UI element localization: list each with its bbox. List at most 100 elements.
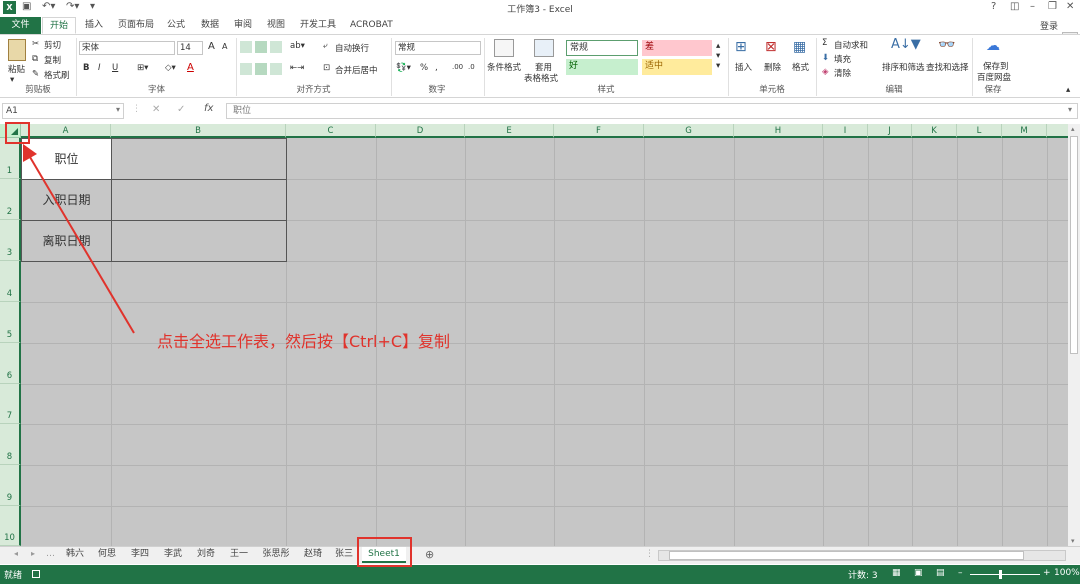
- column-header-g[interactable]: G: [644, 124, 734, 138]
- merge-center-button[interactable]: 合并后居中: [335, 64, 378, 76]
- tab-file[interactable]: 文件: [0, 17, 41, 34]
- restore-icon[interactable]: ❐: [1048, 1, 1057, 12]
- tab-formulas[interactable]: 公式: [162, 17, 190, 34]
- column-header-l[interactable]: L: [957, 124, 1002, 138]
- italic-button[interactable]: I: [98, 63, 101, 73]
- orientation-icon[interactable]: ab▾: [290, 41, 305, 51]
- cell-b1[interactable]: [111, 138, 287, 180]
- style-neutral[interactable]: 适中: [642, 59, 712, 75]
- cut-button[interactable]: 剪切: [44, 39, 61, 51]
- column-header-b[interactable]: B: [111, 124, 286, 138]
- align-left-icon[interactable]: [240, 63, 252, 75]
- paste-button[interactable]: 粘贴: [8, 63, 25, 75]
- indent-icon[interactable]: ⇤⇥: [290, 63, 304, 73]
- column-header-j[interactable]: J: [868, 124, 912, 138]
- styles-more-icon[interactable]: ▴ ▾ ▾: [716, 41, 720, 71]
- page-layout-view-icon[interactable]: ▣: [914, 568, 923, 578]
- style-good[interactable]: 好: [566, 59, 638, 75]
- border-icon[interactable]: ⊞▾: [137, 63, 148, 73]
- column-header-a[interactable]: A: [21, 124, 111, 138]
- tab-home[interactable]: 开始: [42, 17, 76, 34]
- cell-a2[interactable]: 入职日期: [21, 179, 112, 221]
- page-break-view-icon[interactable]: ▤: [936, 568, 945, 578]
- ribbon-display-icon[interactable]: ◫: [1010, 1, 1019, 12]
- cell-a3[interactable]: 离职日期: [21, 220, 112, 262]
- insert-function-icon[interactable]: fx: [204, 103, 213, 114]
- column-header-c[interactable]: C: [286, 124, 376, 138]
- vertical-scroll-thumb[interactable]: [1070, 136, 1078, 354]
- sheet-tab-3[interactable]: 李四: [124, 547, 156, 563]
- row-header-2[interactable]: 2: [0, 179, 21, 220]
- baidu-netdisk-button[interactable]: 百度网盘: [977, 71, 1011, 83]
- align-center-icon[interactable]: [255, 63, 267, 75]
- add-sheet-icon[interactable]: ⊕: [425, 548, 434, 561]
- prev-sheet-icon[interactable]: ◂: [14, 549, 18, 558]
- sheet-tab-5[interactable]: 刘奇: [190, 547, 222, 563]
- normal-view-icon[interactable]: ▦: [892, 568, 901, 578]
- column-header-n[interactable]: [1047, 124, 1068, 138]
- fill-color-icon[interactable]: ◇▾: [165, 63, 176, 73]
- font-size-select[interactable]: 14: [177, 41, 203, 55]
- row-header-9[interactable]: 9: [0, 465, 21, 506]
- align-middle-icon[interactable]: [255, 41, 267, 53]
- scroll-up-icon[interactable]: ▴: [1071, 125, 1075, 133]
- zoom-out-icon[interactable]: –: [958, 568, 963, 578]
- paste-icon[interactable]: [8, 39, 26, 61]
- row-header-6[interactable]: 6: [0, 343, 21, 384]
- sheet-tab-2[interactable]: 何思: [91, 547, 123, 563]
- name-box-dropdown-icon[interactable]: ▾: [116, 105, 120, 114]
- increase-decimal-icon[interactable]: .00: [452, 63, 463, 71]
- cell-b2[interactable]: [111, 179, 287, 221]
- style-normal[interactable]: 常规: [566, 40, 638, 56]
- next-sheet-icon[interactable]: ▸: [31, 549, 35, 558]
- sheet-tab-7[interactable]: 张思彤: [256, 547, 296, 563]
- font-color-icon[interactable]: A: [187, 62, 194, 73]
- align-right-icon[interactable]: [270, 63, 282, 75]
- column-header-i[interactable]: I: [823, 124, 868, 138]
- font-name-select[interactable]: 宋体: [79, 41, 175, 55]
- expand-formula-icon[interactable]: ▾: [1068, 105, 1072, 114]
- format-cells-button[interactable]: 格式: [792, 61, 809, 73]
- delete-cells-button[interactable]: 删除: [764, 61, 781, 73]
- row-header-10[interactable]: 10: [0, 506, 21, 546]
- sort-filter-button[interactable]: 排序和筛选: [882, 61, 925, 73]
- zoom-slider-thumb[interactable]: [999, 570, 1002, 579]
- clear-button[interactable]: 清除: [834, 67, 851, 79]
- insert-cells-button[interactable]: 插入: [735, 61, 752, 73]
- copy-button[interactable]: 复制: [44, 54, 61, 66]
- formula-input[interactable]: 职位: [226, 103, 1078, 119]
- zoom-in-icon[interactable]: +: [1043, 568, 1051, 578]
- column-header-e[interactable]: E: [465, 124, 554, 138]
- tab-view[interactable]: 视图: [262, 17, 290, 34]
- conditional-format-button[interactable]: 条件格式: [487, 61, 521, 73]
- cell-b3[interactable]: [111, 220, 287, 262]
- currency-icon[interactable]: 💱▾: [396, 63, 411, 73]
- zoom-slider[interactable]: [970, 574, 1040, 575]
- number-format-select[interactable]: 常规: [395, 41, 481, 55]
- autosum-button[interactable]: 自动求和: [834, 39, 868, 51]
- enter-icon[interactable]: ✓: [177, 104, 185, 115]
- underline-button[interactable]: U: [112, 63, 118, 73]
- decrease-decimal-icon[interactable]: .0: [468, 63, 475, 71]
- row-header-8[interactable]: 8: [0, 424, 21, 465]
- fill-button[interactable]: 填充: [834, 53, 851, 65]
- row-header-4[interactable]: 4: [0, 261, 21, 302]
- sheet-tab-9[interactable]: 张三: [330, 547, 358, 563]
- find-select-button[interactable]: 查找和选择: [926, 61, 969, 73]
- sheet-tab-1[interactable]: 韩六: [60, 547, 90, 563]
- tab-developer[interactable]: 开发工具: [295, 17, 341, 34]
- row-header-1[interactable]: 1: [0, 138, 21, 179]
- column-header-d[interactable]: D: [376, 124, 465, 138]
- sheet-tab-8[interactable]: 赵琦: [297, 547, 329, 563]
- vertical-scrollbar[interactable]: ▴ ▾: [1068, 124, 1080, 546]
- tab-insert[interactable]: 插入: [80, 17, 108, 34]
- name-box[interactable]: A1: [2, 103, 124, 119]
- minimize-icon[interactable]: –: [1030, 1, 1035, 12]
- sheet-tab-6[interactable]: 王一: [223, 547, 255, 563]
- sheet-tab-4[interactable]: 李武: [157, 547, 189, 563]
- style-bad[interactable]: 差: [642, 40, 712, 56]
- column-header-h[interactable]: H: [734, 124, 823, 138]
- macro-record-icon[interactable]: [32, 570, 40, 578]
- row-header-5[interactable]: 5: [0, 302, 21, 343]
- align-top-icon[interactable]: [240, 41, 252, 53]
